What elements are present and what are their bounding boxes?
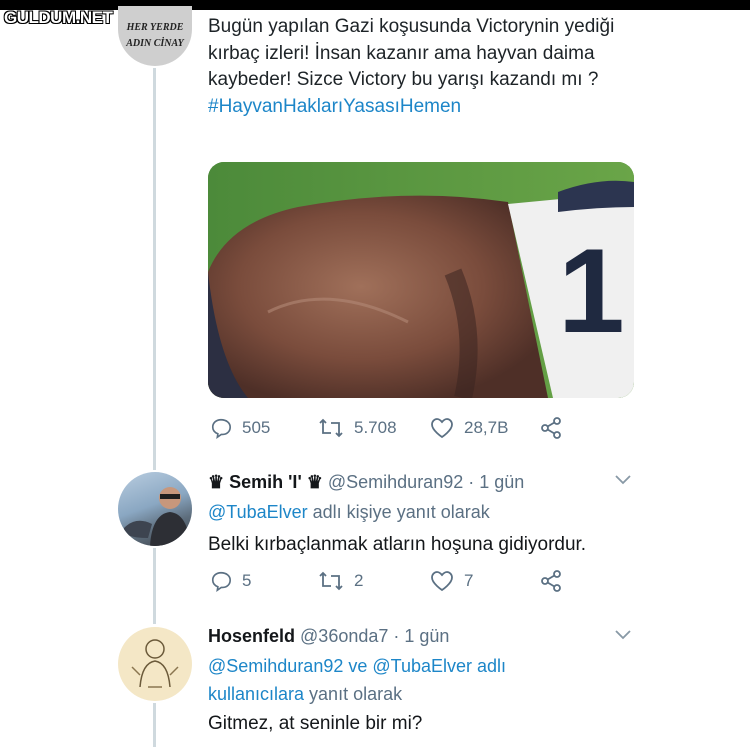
reply1-like-button[interactable]: 7 xyxy=(430,570,473,592)
mention-semihduran92[interactable]: @Semihduran92 xyxy=(208,656,343,676)
reply2-replying-suffix: yanıt olarak xyxy=(304,684,403,704)
thread-line-2 xyxy=(153,548,156,624)
mention-tubaelver[interactable]: @TubaElver xyxy=(208,502,308,522)
mention-tubaelver[interactable]: @TubaElver xyxy=(372,656,472,676)
reply1-reply-count: 5 xyxy=(242,571,252,590)
like-button[interactable]: 28,7B xyxy=(430,417,508,439)
retweet-icon xyxy=(319,418,343,438)
mention-joiner: ve xyxy=(343,656,373,676)
share-icon xyxy=(541,417,561,439)
reply1-replying-suffix: adlı kişiye yanıt olarak xyxy=(307,502,490,522)
avatar-drawing xyxy=(131,639,179,688)
thread-line-3 xyxy=(153,703,156,747)
retweet-count: 5.708 xyxy=(354,418,397,437)
tweet-text: Bugün yapılan Gazi koşusunda Victorynin … xyxy=(208,16,615,90)
retweet-icon xyxy=(319,571,343,591)
tweet-body: Bugün yapılan Gazi koşusunda Victorynin … xyxy=(208,14,638,120)
reply1-retweet-button[interactable]: 2 xyxy=(318,570,363,592)
avatar-hosenfeld[interactable] xyxy=(118,627,192,701)
top-black-bar xyxy=(0,0,750,10)
reply2-text: Gitmez, at seninle bir mi? xyxy=(208,713,423,734)
avatar-text-line-1: HER YERDE xyxy=(126,22,184,33)
reply2-header: Hosenfeld @36onda7 · 1 gün xyxy=(208,626,449,647)
share-icon xyxy=(541,570,561,592)
reply1-reply-button[interactable]: 5 xyxy=(210,570,251,592)
chevron-down-icon[interactable] xyxy=(614,629,632,641)
saddle-number: 1 xyxy=(558,224,625,358)
reply-count: 505 xyxy=(242,418,271,437)
reply1-display-name[interactable]: ♛ Semih 'I' ♛ xyxy=(208,472,323,492)
reply1-share-button[interactable] xyxy=(540,570,572,592)
reply2-display-name[interactable]: Hosenfeld xyxy=(208,626,295,646)
reply1-text: Belki kırbaçlanmak atların hoşuna gidiyo… xyxy=(208,534,587,555)
reply1-handle[interactable]: @Semihduran92 · 1 gün xyxy=(328,472,524,492)
mention-users[interactable]: kullanıcılara xyxy=(208,684,304,704)
thread-line-1 xyxy=(153,68,156,470)
tweet-media-image[interactable]: 1 xyxy=(208,162,634,398)
horse-photo: 1 xyxy=(208,162,634,398)
reply-button[interactable]: 505 xyxy=(210,417,270,439)
mention-tail: adlı xyxy=(472,656,507,676)
heart-icon xyxy=(431,571,453,592)
reply1-replying-to: @TubaElver adlı kişiye yanıt olarak xyxy=(208,498,490,526)
share-button[interactable] xyxy=(540,417,572,439)
reply-icon xyxy=(211,418,231,439)
reply1-header: ♛ Semih 'I' ♛ @Semihduran92 · 1 gün xyxy=(208,472,524,493)
site-watermark: GULDUM.NET xyxy=(4,8,113,27)
heart-icon xyxy=(431,418,453,439)
avatar-text-line-2: ADIN CİNAY xyxy=(126,38,184,49)
hashtag-link[interactable]: #HayvanHaklarıYasasıHemen xyxy=(208,96,461,117)
retweet-button[interactable]: 5.708 xyxy=(318,417,397,439)
reply1-retweet-count: 2 xyxy=(354,571,364,590)
like-count: 28,7B xyxy=(464,418,509,437)
avatar-semih[interactable] xyxy=(118,472,192,546)
chevron-down-icon[interactable] xyxy=(614,474,632,486)
avatar-photo xyxy=(124,487,190,546)
reply-icon xyxy=(211,571,231,592)
reply2-handle[interactable]: @36onda7 · 1 gün xyxy=(300,626,449,646)
reply2-replying-to: @Semihduran92 ve @TubaElver adlı kullanı… xyxy=(208,652,506,708)
reply1-like-count: 7 xyxy=(464,571,474,590)
